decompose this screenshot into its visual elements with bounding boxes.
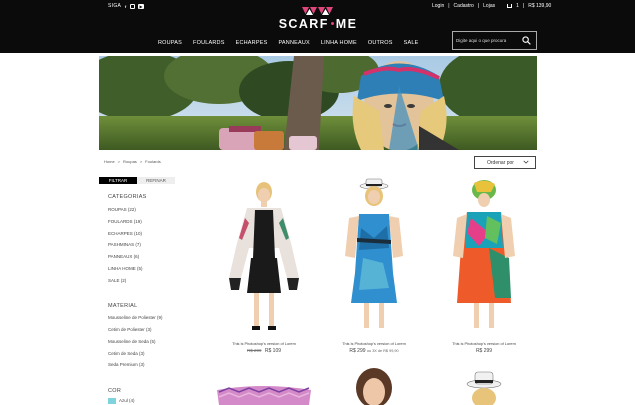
cart-count[interactable]: 1 (516, 3, 519, 9)
facebook-icon[interactable]: f (124, 4, 127, 9)
sort-dropdown[interactable]: Ordenar por (474, 156, 536, 169)
category-sale[interactable]: SALE (2) (108, 278, 126, 283)
cart-total[interactable]: R$ 139,90 (528, 3, 551, 9)
product-current-price: R$ 109 (264, 348, 282, 354)
breadcrumb-foulards[interactable]: Foulards (145, 159, 161, 164)
category-panneaux[interactable]: PANNEAUX (6) (108, 254, 139, 259)
category-roupas[interactable]: ROUPAS (22) (108, 207, 136, 212)
category-echarpes[interactable]: ECHARPES (10) (108, 231, 142, 236)
lojas-link[interactable]: Lojas (483, 3, 495, 9)
product-image[interactable] (319, 178, 429, 338)
brand-dot-icon (330, 22, 334, 26)
breadcrumb-home[interactable]: Home (104, 159, 115, 164)
nav-foulards[interactable]: FOULARDS (193, 40, 225, 46)
product-price: R$ 299 ou 3X de R$ 99,90 (319, 348, 429, 354)
separator: | (522, 3, 525, 9)
instagram-icon[interactable] (130, 3, 136, 9)
breadcrumb-roupas[interactable]: Roupas (123, 159, 137, 164)
tab-filtrar[interactable]: FILTRAR (99, 177, 137, 184)
nav-echarpes[interactable]: ECHARPES (236, 40, 268, 46)
color-azul-label: Azul (4) (119, 398, 135, 404)
material-mousseline-seda[interactable]: Mousseline de Seda (5) (108, 339, 156, 344)
nav-sale[interactable]: SALE (404, 40, 419, 46)
material-seda-premium[interactable]: Seda Premium (3) (108, 362, 145, 367)
brand-logo-icon (302, 7, 333, 15)
product-image[interactable] (429, 366, 539, 405)
separator: | (477, 3, 480, 9)
tab-refinar[interactable]: REFINAR (137, 177, 175, 184)
login-link[interactable]: Login (432, 3, 444, 9)
product-old-price: R$ 299 (246, 348, 262, 353)
main-nav: ROUPAS FOULARDS ECHARPES PANNEAUX LINHA … (158, 40, 418, 46)
categorias-title: CATEGORIAS (108, 194, 147, 200)
product-current-price: R$ 299 (349, 348, 366, 354)
product-caption[interactable]: This is Photoshop's version of Lorem (319, 341, 429, 346)
brand-name-right: ME (335, 17, 358, 31)
product-price: R$ 299 (429, 348, 539, 354)
cart-icon[interactable] (507, 4, 513, 8)
category-linha-home[interactable]: LINHA HOME (5) (108, 266, 143, 271)
nav-roupas[interactable]: ROUPAS (158, 40, 182, 46)
sort-label: Ordenar por (487, 160, 514, 166)
breadcrumb-separator: > (139, 159, 143, 164)
brand-name-left: SCARF (278, 17, 329, 31)
search-box (452, 31, 537, 50)
product-image[interactable] (429, 178, 539, 338)
hero-banner[interactable] (99, 56, 537, 150)
material-cetim-seda[interactable]: Cetim de Seda (3) (108, 351, 145, 356)
color-azul[interactable]: Azul (4) (108, 398, 135, 404)
material-title: MATERIAL (108, 303, 138, 309)
chevron-down-icon (523, 160, 529, 164)
material-mousseline-poliester[interactable]: Mousseline de Poliester (9) (108, 315, 163, 320)
brand-logo[interactable]: SCARF ME (272, 17, 364, 31)
account-links: Login | Cadastro | Lojas 1 | R$ 139,90 (432, 3, 551, 9)
material-cetim-poliester[interactable]: Cetim de Poliester (3) (108, 327, 152, 332)
nav-linha-home[interactable]: LINHA HOME (321, 40, 357, 46)
social-links: SIGA f ▶ (108, 3, 145, 9)
cor-title: COR (108, 388, 122, 394)
breadcrumb-separator: > (117, 159, 121, 164)
product-image[interactable] (209, 370, 319, 405)
product-installments: ou 3X de R$ 99,90 (366, 349, 399, 353)
site-header: SIGA f ▶ SCARF ME Login | Cadastro | Loja… (0, 0, 635, 53)
youtube-icon[interactable]: ▶ (138, 3, 145, 9)
category-pashminas[interactable]: PASHMINAS (7) (108, 242, 141, 247)
category-foulards[interactable]: FOULARDS (19) (108, 219, 142, 224)
product-caption[interactable]: This is Photoshop's version of Lorem (209, 341, 319, 346)
product-card[interactable]: This is Photoshop's version of Lorem R$ … (429, 178, 539, 358)
product-image[interactable] (319, 366, 429, 405)
separator: | (448, 3, 450, 9)
siga-label: SIGA (108, 3, 122, 9)
breadcrumb: Home > Roupas > Foulards (104, 159, 161, 164)
product-card[interactable]: This is Photoshop's version of Lorem R$ … (319, 178, 429, 358)
color-swatch-icon (108, 398, 116, 404)
nav-panneaux[interactable]: PANNEAUX (278, 40, 309, 46)
product-current-price: R$ 299 (475, 348, 493, 354)
product-price: R$ 299 R$ 109 (209, 348, 319, 354)
search-icon[interactable] (522, 36, 531, 45)
search-input[interactable] (456, 35, 518, 46)
product-card[interactable]: This is Photoshop's version of Lorem R$ … (209, 178, 319, 358)
product-image[interactable] (209, 178, 319, 338)
nav-outros[interactable]: OUTROS (368, 40, 393, 46)
cadastro-link[interactable]: Cadastro (454, 3, 474, 9)
product-caption[interactable]: This is Photoshop's version of Lorem (429, 341, 539, 346)
